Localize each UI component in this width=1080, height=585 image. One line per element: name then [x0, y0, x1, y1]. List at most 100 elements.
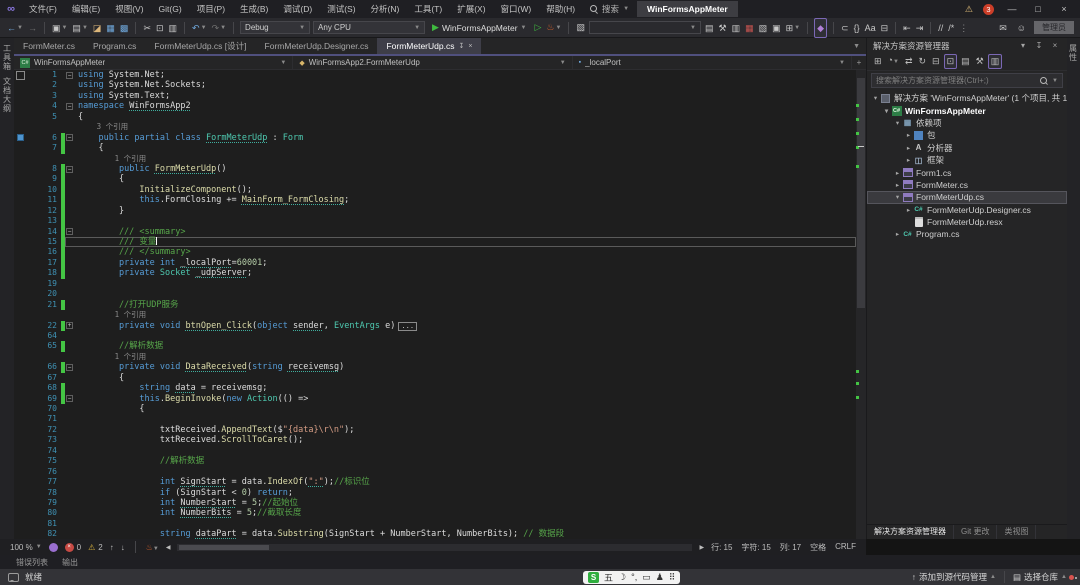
codelens-references[interactable]: 3 个引用	[74, 122, 128, 132]
new-file-icon[interactable]: ▤▼	[71, 19, 88, 37]
line-indicator[interactable]: 行: 15	[711, 542, 732, 553]
scrollbar-thumb[interactable]	[857, 78, 865, 308]
next-issue-icon[interactable]: ↓	[121, 543, 125, 552]
panel-tab[interactable]: 类视图	[997, 525, 1036, 539]
document-tab[interactable]: FormMeterUdp.Designer.cs	[256, 38, 378, 54]
menu-item[interactable]: 编辑(E)	[65, 0, 107, 18]
code-line[interactable]: 12 }	[14, 206, 856, 216]
code-line[interactable]: 13	[14, 216, 856, 226]
zoom-level-dropdown[interactable]: 100 %▼	[10, 543, 42, 552]
menu-item[interactable]: 视图(V)	[108, 0, 150, 18]
hot-reload-status-icon[interactable]: ♨▼	[146, 543, 159, 552]
command-window-icon[interactable]: ⊞▼	[785, 19, 802, 37]
spaces-indicator[interactable]: 空格	[810, 542, 826, 553]
feedback-smiley-icon[interactable]: ☺	[1016, 19, 1027, 37]
start-without-debugging-icon[interactable]: ▷	[534, 22, 543, 33]
document-tab[interactable]: FormMeterUdp.cs↧×	[377, 38, 481, 54]
code-line[interactable]: 6− public partial class FormMeterUdp : F…	[14, 133, 856, 143]
tree-item[interactable]: ▾▦依赖项	[867, 117, 1067, 129]
menu-item[interactable]: 窗口(W)	[494, 0, 539, 18]
close-icon[interactable]: ×	[1049, 41, 1061, 50]
notification-count-badge[interactable]: 3	[983, 4, 994, 15]
navigate-forward-icon[interactable]: →	[27, 19, 38, 37]
code-line[interactable]: 18 private Socket _udpServer;	[14, 268, 856, 278]
code-line[interactable]: 19	[14, 279, 856, 289]
find-in-files-icon[interactable]: ▥	[731, 19, 742, 37]
expander-icon[interactable]: ▸	[893, 181, 902, 189]
panel-tab[interactable]: 解决方案资源管理器	[867, 525, 954, 539]
tree-item[interactable]: ▸C#FormMeterUdp.Designer.cs	[867, 204, 1067, 216]
solution-explorer-sync-icon[interactable]: ▤	[704, 19, 715, 37]
comment-icon[interactable]: //	[937, 19, 944, 37]
menu-item[interactable]: 分析(N)	[364, 0, 407, 18]
bottom-tab[interactable]: 输出	[62, 557, 78, 568]
notification-warning-icon[interactable]: ⚠	[965, 4, 973, 15]
code-line[interactable]: 16 /// </summary>	[14, 247, 856, 257]
code-line[interactable]: 75 //解析数据	[14, 456, 856, 466]
code-line[interactable]: 80 int NumberBits = 5;//截取长度	[14, 508, 856, 518]
select-repository-button[interactable]: ▤ 选择仓库 ▲	[1013, 571, 1067, 583]
live-share-icon[interactable]: ✉	[998, 19, 1008, 37]
close-button[interactable]: ×	[1056, 4, 1072, 14]
refresh-icon[interactable]: ↻	[916, 55, 928, 68]
ime-skin-icon[interactable]: ♟	[656, 572, 664, 583]
configuration-dropdown[interactable]: Debug▼	[240, 21, 310, 34]
fold-marker[interactable]: +	[65, 322, 74, 329]
panel-tab[interactable]: Git 更改	[954, 525, 997, 539]
save-icon[interactable]: ▦	[105, 19, 116, 37]
code-line[interactable]: 20	[14, 289, 856, 299]
ime-toolbox-icon[interactable]: ⠿	[669, 572, 676, 583]
sync-with-active-document-icon[interactable]: ⇄	[903, 55, 915, 68]
expander-icon[interactable]: ▸	[893, 230, 902, 238]
code-line[interactable]: 69− this.BeginInvoke(new Action(() =>	[14, 394, 856, 404]
code-line[interactable]: 1−using System.Net;	[14, 70, 856, 80]
line-ending-indicator[interactable]: CRLF	[835, 542, 856, 553]
tree-item[interactable]: FormMeterUdp.resx	[867, 216, 1067, 228]
dock-tab-工具箱[interactable]: 工具箱	[2, 44, 13, 71]
code-line[interactable]: 76	[14, 467, 856, 477]
preview-selected-items-icon[interactable]: ▥	[988, 54, 1003, 69]
breadcrumb-project[interactable]: C#WinFormsAppMeter▼	[14, 56, 293, 69]
pin-icon[interactable]: ↧	[458, 42, 464, 50]
surround-with-icon[interactable]: ⊂	[840, 19, 850, 37]
undo-icon[interactable]: ↶▼	[191, 19, 208, 37]
code-line[interactable]: 15 /// 变量	[14, 237, 856, 247]
split-add-icon[interactable]: +	[852, 56, 866, 69]
pin-icon[interactable]: ↧	[1033, 41, 1045, 50]
code-line[interactable]: 81	[14, 519, 856, 529]
expander-icon[interactable]: ▾	[882, 107, 891, 115]
prev-issue-icon[interactable]: ↑	[110, 543, 114, 552]
code-line[interactable]: 78 if (SignStart < 0) return;	[14, 488, 856, 498]
code-line[interactable]: 17 private int _localPort=60001;	[14, 258, 856, 268]
code-line[interactable]: 72 txtReceived.AppendText($"{data}\r\n")…	[14, 425, 856, 435]
tree-item[interactable]: ▾解决方案 'WinFormsAppMeter' (1 个项目, 共 1 个)	[867, 92, 1067, 104]
navigate-back-icon[interactable]: ←▼	[6, 19, 24, 37]
code-line[interactable]: 64	[14, 331, 856, 341]
tree-item[interactable]: ▸◫框架	[867, 154, 1067, 166]
dock-tab-文档大纲[interactable]: 文档大纲	[2, 77, 13, 113]
fold-marker[interactable]: −	[65, 395, 74, 402]
menu-item[interactable]: 帮助(H)	[539, 0, 582, 18]
ime-punctuation-icon[interactable]: °,	[631, 572, 637, 582]
redo-icon[interactable]: ↷▼	[211, 19, 228, 37]
paste-icon[interactable]: ▥	[168, 19, 179, 37]
menu-item[interactable]: 生成(B)	[233, 0, 275, 18]
close-icon[interactable]: ×	[468, 43, 472, 50]
menu-item[interactable]: 扩展(X)	[450, 0, 492, 18]
document-tab[interactable]: FormMeter.cs	[14, 38, 84, 54]
tree-item[interactable]: ▾C#WinFormsAppMeter	[867, 104, 1067, 116]
properties-window-icon[interactable]: ⚒	[717, 19, 727, 37]
change-case-icon[interactable]: Aa	[864, 19, 877, 37]
code-line[interactable]: 22+ private void btnOpen_Click(object se…	[14, 321, 856, 331]
copy-icon[interactable]: ⊡	[155, 19, 165, 37]
pending-changes-filter-icon[interactable]: ◔▼	[886, 54, 901, 69]
expander-icon[interactable]: ▸	[904, 144, 913, 152]
fold-marker[interactable]: −	[65, 166, 74, 173]
breadcrumb-class[interactable]: ◆WinFormsApp2.FormMeterUdp▼	[293, 56, 572, 69]
menu-item[interactable]: 项目(P)	[190, 0, 232, 18]
scroll-left-icon[interactable]: ◀	[166, 544, 171, 551]
expander-icon[interactable]: ▸	[904, 131, 913, 139]
new-project-icon[interactable]: ▣▼	[51, 19, 68, 37]
fold-marker[interactable]: −	[65, 364, 74, 371]
save-all-icon[interactable]: ▩	[119, 19, 130, 37]
